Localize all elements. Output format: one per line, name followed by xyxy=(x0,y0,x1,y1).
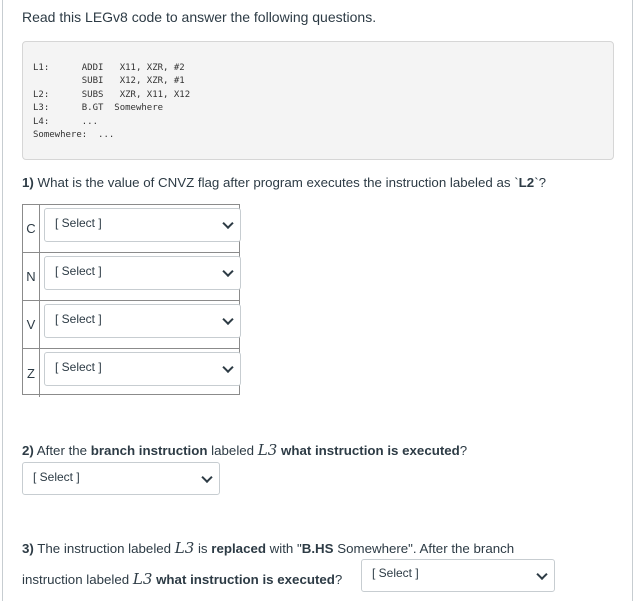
flag-v-select[interactable]: [ Select ] xyxy=(44,304,241,338)
code-line: Somewhere: ... xyxy=(33,130,115,141)
q3-answer-select[interactable]: [ Select ] xyxy=(361,559,555,592)
code-block: L1: ADDI X11, XZR, #2 SUBI X12, XZR, #1 … xyxy=(22,41,614,160)
chevron-down-icon xyxy=(222,361,234,374)
code-line: L4: ... xyxy=(33,116,99,127)
chevron-down-icon xyxy=(222,217,234,230)
flag-row-z: Z [ Select ] xyxy=(23,349,241,397)
chevron-down-icon xyxy=(222,265,234,278)
question-3-line-2: instruction labeled L3 what instruction … xyxy=(22,570,343,588)
code-line: L1: ADDI X11, XZR, #2 xyxy=(33,63,185,73)
code-line: L2: SUBS XZR, X11, X12 xyxy=(33,89,191,100)
flag-label: N xyxy=(23,253,40,300)
intro-text: Read this LEGv8 code to answer the follo… xyxy=(22,9,377,25)
flag-row-n: N [ Select ] xyxy=(23,253,241,301)
question-3-line-1: 3) The instruction labeled L3 is replace… xyxy=(22,539,515,557)
flag-table: C [ Select ] N [ Select ] V [ Select ] Z… xyxy=(22,204,241,397)
flag-label: C xyxy=(23,205,40,252)
flag-z-select[interactable]: [ Select ] xyxy=(44,352,241,386)
question-2: 2) After the branch instruction labeled … xyxy=(22,441,468,459)
flag-row-c: C [ Select ] xyxy=(23,205,241,253)
code-line: SUBI X12, XZR, #1 xyxy=(33,76,185,87)
question-1: 1) What is the value of CNVZ flag after … xyxy=(22,175,547,190)
flag-label: Z xyxy=(23,349,40,397)
chevron-down-icon xyxy=(222,313,234,326)
code-text: L1: ADDI X11, XZR, #2 SUBI X12, XZR, #1 … xyxy=(33,62,190,142)
flag-c-select[interactable]: [ Select ] xyxy=(44,208,241,242)
flag-row-v: V [ Select ] xyxy=(23,301,241,349)
flag-label: V xyxy=(23,301,40,348)
flag-n-select[interactable]: [ Select ] xyxy=(44,256,241,290)
code-line: L3: B.GT Somewhere xyxy=(33,103,164,114)
q2-answer-select[interactable]: [ Select ] xyxy=(22,462,220,495)
chevron-down-icon xyxy=(536,568,548,580)
chevron-down-icon xyxy=(201,471,213,483)
